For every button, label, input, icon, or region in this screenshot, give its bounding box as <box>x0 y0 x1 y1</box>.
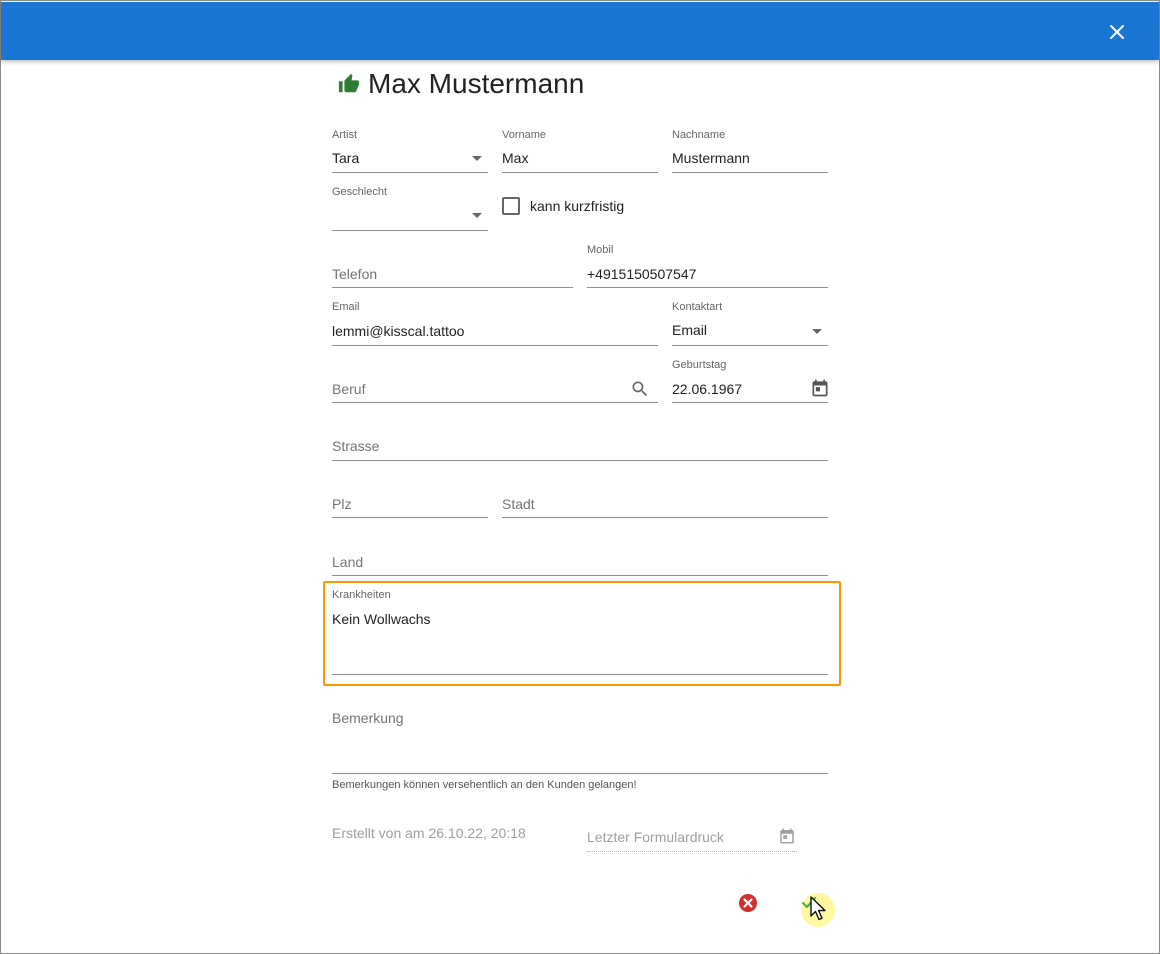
underline <box>332 402 658 403</box>
vorname-label: Vorname <box>502 129 547 141</box>
formulardruck-field[interactable]: Letzter Formulardruck <box>587 822 797 854</box>
dialog-toolbar <box>1 2 1159 60</box>
underline <box>587 287 828 288</box>
underline <box>332 674 828 675</box>
underline <box>332 460 828 461</box>
cancel-icon <box>739 894 757 912</box>
nachname-value: Mustermann <box>672 150 750 166</box>
underline <box>332 287 573 288</box>
close-icon <box>1110 25 1124 39</box>
land-placeholder: Land <box>332 554 364 570</box>
stadt-field[interactable]: Stadt <box>502 474 828 519</box>
mouse-pointer-icon <box>810 896 826 921</box>
mobil-label: Mobil <box>587 244 614 256</box>
formulardruck-placeholder: Letzter Formulardruck <box>587 829 724 845</box>
underline <box>672 345 828 346</box>
email-label: Email <box>332 301 360 313</box>
geschlecht-select[interactable]: Geschlecht <box>332 186 488 232</box>
krankheiten-label: Krankheiten <box>332 589 391 601</box>
underline <box>332 517 488 518</box>
underline <box>332 773 828 774</box>
strasse-placeholder: Strasse <box>332 438 380 454</box>
artist-select[interactable]: Artist Tara <box>332 129 488 174</box>
mobil-value: +4915150507547 <box>587 266 697 282</box>
geschlecht-label: Geschlecht <box>332 186 388 198</box>
krankheiten-value: Kein Wollwachs <box>332 611 431 627</box>
kontaktart-select[interactable]: Kontaktart Email <box>672 301 828 347</box>
telefon-placeholder: Telefon <box>332 266 378 282</box>
vorname-value: Max <box>502 150 529 166</box>
created-info: Erstellt von am 26.10.22, 20:18 <box>332 825 526 841</box>
nachname-label: Nachname <box>672 129 726 141</box>
page-title: Max Mustermann <box>338 66 584 102</box>
mobil-field[interactable]: Mobil +4915150507547 <box>587 244 828 289</box>
bemerkung-hint: Bemerkungen können versehentlich an den … <box>332 779 637 791</box>
nachname-field[interactable]: Nachname Mustermann <box>672 129 828 174</box>
chevron-down-icon <box>472 213 482 218</box>
geburtstag-value: 22.06.1967 <box>672 381 743 397</box>
email-value: lemmi@kisscal.tattoo <box>332 323 465 339</box>
stadt-placeholder: Stadt <box>502 496 535 512</box>
save-button[interactable] <box>801 893 835 927</box>
search-icon[interactable] <box>630 379 650 399</box>
kurzfristig-label: kann kurzfristig <box>530 198 625 214</box>
close-button[interactable] <box>1104 19 1130 45</box>
artist-value: Tara <box>332 150 360 166</box>
cancel-button[interactable] <box>738 893 758 913</box>
kontaktart-value: Email <box>672 322 708 338</box>
customer-name: Max Mustermann <box>368 68 585 99</box>
calendar-icon[interactable] <box>810 378 830 398</box>
telefon-field[interactable]: Telefon <box>332 244 573 289</box>
beruf-placeholder: Beruf <box>332 381 366 397</box>
underline <box>672 402 828 403</box>
underline <box>332 345 658 346</box>
artist-label: Artist <box>332 129 358 141</box>
chevron-down-icon <box>812 329 822 334</box>
chevron-down-icon <box>472 156 482 161</box>
underline <box>502 172 658 173</box>
email-field[interactable]: Email lemmi@kisscal.tattoo <box>332 301 658 347</box>
krankheiten-textarea[interactable]: Krankheiten Kein Wollwachs <box>332 589 828 676</box>
calendar-icon[interactable] <box>778 827 796 845</box>
vorname-field[interactable]: Vorname Max <box>502 129 658 174</box>
beruf-field[interactable]: Beruf <box>332 359 658 404</box>
bemerkung-placeholder: Bemerkung <box>332 710 404 726</box>
geburtstag-field[interactable]: Geburtstag 22.06.1967 <box>672 359 830 404</box>
underline <box>332 230 488 231</box>
geburtstag-label: Geburtstag <box>672 359 727 371</box>
strasse-field[interactable]: Strasse <box>332 416 828 462</box>
plz-placeholder: Plz <box>332 496 352 512</box>
underline <box>587 851 797 852</box>
underline <box>332 575 828 576</box>
bemerkung-textarea[interactable]: Bemerkung <box>332 700 828 775</box>
kurzfristig-checkbox[interactable] <box>502 197 520 215</box>
underline <box>502 517 828 518</box>
plz-field[interactable]: Plz <box>332 474 488 519</box>
underline <box>672 172 828 173</box>
underline <box>332 172 488 173</box>
kontaktart-label: Kontaktart <box>672 301 723 313</box>
land-field[interactable]: Land <box>332 531 828 577</box>
thumb-up-icon <box>338 73 360 93</box>
